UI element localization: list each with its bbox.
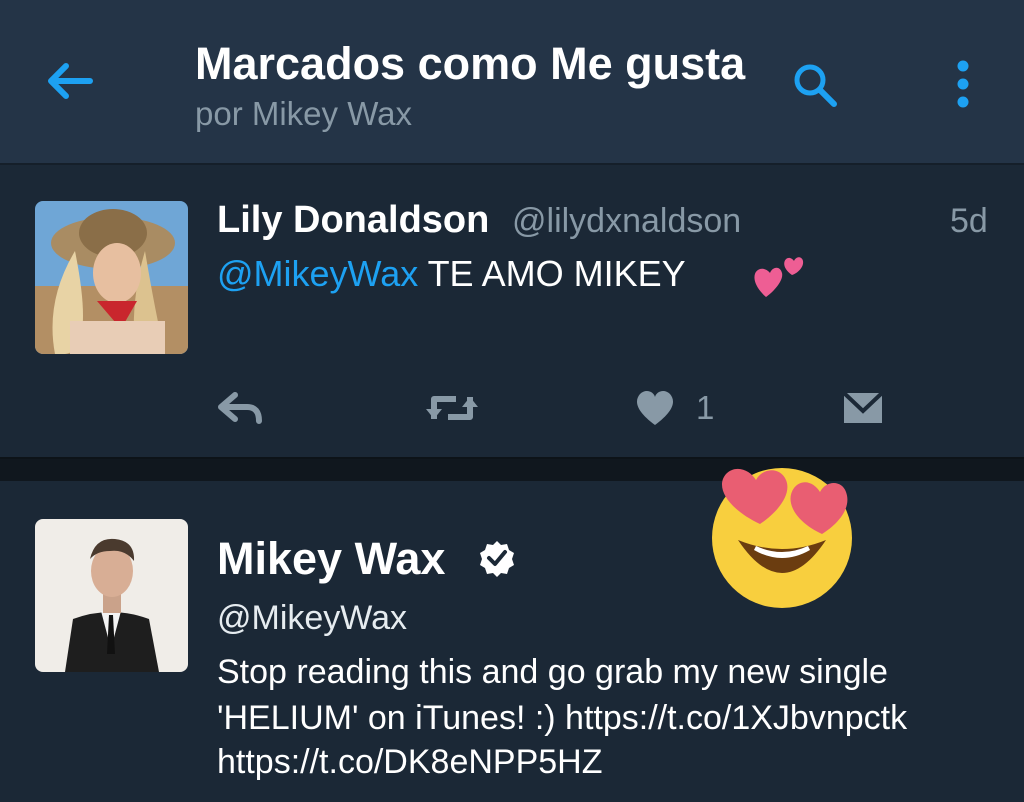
heart-eyes-emoji-icon [712,468,852,608]
reply-icon [218,392,262,424]
search-button[interactable] [790,58,850,114]
tweet-card[interactable]: Lily Donaldson @lilydxnaldson 5d @MikeyW… [0,165,1024,457]
tweet-author-handle[interactable]: @MikeyWax [217,599,407,638]
heart-icon [636,390,674,425]
more-options-button[interactable] [945,58,981,114]
tweet-author-handle[interactable]: @lilydxnaldson [512,202,741,241]
tweet-timestamp: 5d [950,202,988,240]
avatar[interactable] [35,519,188,672]
retweet-button[interactable] [424,389,480,427]
arrow-left-icon [48,63,93,99]
like-count: 1 [696,389,715,426]
tweet-link[interactable]: https://t.co/DK8eNPP5HZ [217,743,603,782]
page-subtitle: por Mikey Wax [195,95,412,132]
verified-badge-icon [480,541,514,577]
tweet-text-line[interactable]: 'HELIUM' on iTunes! :) https://t.co/1XJb… [217,699,907,738]
tweet-text-content: TE AMO MIKEY [418,253,686,294]
reply-button[interactable] [217,391,265,425]
like-button[interactable] [634,387,676,427]
search-icon [794,64,837,107]
envelope-icon [842,391,884,423]
tweet-text: @MikeyWax TE AMO MIKEY [217,253,686,295]
direct-message-button[interactable] [842,389,884,427]
tweet-text-line: Stop reading this and go grab my new sin… [217,653,888,691]
tweet-card[interactable]: Mikey Wax @MikeyWax Stop reading this an… [0,481,1024,802]
retweet-icon [426,396,478,420]
tweet-author-name[interactable]: Mikey Wax [217,533,445,585]
tweet-divider [0,457,1024,483]
avatar[interactable] [35,201,188,354]
page-title: Marcados como Me gusta [195,38,746,89]
back-button[interactable] [40,52,98,110]
more-vertical-icon [957,60,969,108]
mention-link[interactable]: @MikeyWax [217,253,418,294]
app-header: Marcados como Me gusta por Mikey Wax [0,0,1024,165]
tweet-author-name[interactable]: Lily Donaldson [217,199,489,242]
two-hearts-icon [754,257,804,297]
